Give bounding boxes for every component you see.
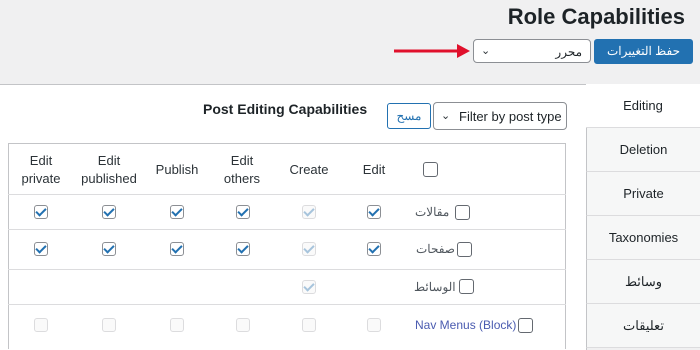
row-pages-edit-private-checkbox[interactable] [34, 242, 48, 256]
column-header-edit: Edit [362, 162, 386, 177]
row-posts-edit-private-checkbox[interactable] [34, 205, 48, 219]
tab-media[interactable]: وسائط [586, 260, 700, 304]
column-header-publish: Publish [155, 162, 199, 177]
row-posts-edit-checkbox[interactable] [367, 205, 381, 219]
table-divider [8, 229, 566, 230]
row-pages-create-checkbox [302, 242, 316, 256]
row-posts-select-checkbox[interactable] [455, 205, 470, 220]
select-all-checkbox[interactable] [423, 162, 438, 177]
row-label-nav-menus: Nav Menus (Block) [415, 318, 517, 332]
capability-tabs: Editing Deletion Private Taxonomies وسائ… [586, 84, 700, 348]
column-header-edit-others: Edit others [223, 153, 261, 186]
row-nav-menus-edit-published-checkbox [102, 318, 116, 332]
row-nav-menus-create-checkbox [302, 318, 316, 332]
tab-comments[interactable]: تعليقات [586, 304, 700, 348]
tab-editing[interactable]: Editing [586, 84, 700, 128]
role-select[interactable]: ⌄ محرر [473, 39, 591, 63]
role-select-value: محرر [555, 45, 582, 59]
post-type-filter[interactable]: ⌄ Filter by post type [433, 102, 567, 130]
row-posts-edit-published-checkbox[interactable] [102, 205, 116, 219]
table-divider [8, 304, 566, 305]
chevron-down-icon: ⌄ [441, 110, 451, 122]
row-posts-create-checkbox [302, 205, 316, 219]
chevron-down-icon: ⌄ [481, 45, 491, 57]
section-title: Post Editing Capabilities [203, 101, 368, 117]
row-nav-menus-edit-checkbox [367, 318, 381, 332]
row-pages-select-checkbox[interactable] [457, 242, 472, 257]
column-header-create: Create [289, 162, 329, 177]
post-type-filter-label: Filter by post type [459, 109, 562, 124]
table-divider [8, 269, 566, 270]
row-pages-publish-checkbox[interactable] [170, 242, 184, 256]
row-pages-edit-published-checkbox[interactable] [102, 242, 116, 256]
row-nav-menus-select-checkbox[interactable] [518, 318, 533, 333]
row-nav-menus-edit-private-checkbox [34, 318, 48, 332]
save-changes-button[interactable]: حفظ التغييرات [594, 39, 693, 64]
row-nav-menus-publish-checkbox [170, 318, 184, 332]
row-pages-edit-checkbox[interactable] [367, 242, 381, 256]
tab-private[interactable]: Private [586, 172, 700, 216]
row-label-posts: مقالات [415, 205, 450, 219]
row-posts-publish-checkbox[interactable] [170, 205, 184, 219]
tab-deletion[interactable]: Deletion [586, 128, 700, 172]
row-nav-menus-edit-others-checkbox [236, 318, 250, 332]
column-header-edit-private: Edit private [21, 153, 61, 186]
row-media-create-checkbox [302, 280, 316, 294]
column-header-edit-published: Edit published [81, 153, 137, 186]
tab-taxonomies[interactable]: Taxonomies [586, 216, 700, 260]
row-label-media: الوسائط [414, 280, 456, 294]
row-pages-edit-others-checkbox[interactable] [236, 242, 250, 256]
clear-button[interactable]: مسح [387, 103, 431, 129]
row-label-pages: صفحات [416, 242, 455, 256]
row-posts-edit-others-checkbox[interactable] [236, 205, 250, 219]
row-media-select-checkbox[interactable] [459, 279, 474, 294]
table-divider [8, 194, 566, 195]
